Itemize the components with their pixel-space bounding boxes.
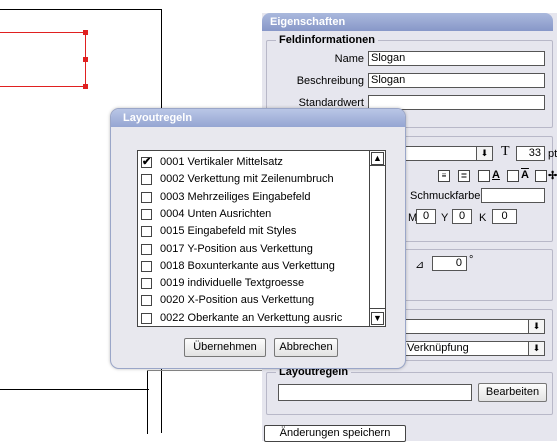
rule-label: 0020 X-Position aus Verkettung [160, 294, 315, 307]
link-select-1-chevron-icon[interactable]: ⬇ [528, 319, 545, 334]
list-item[interactable]: ✔ 0001 Vertikaler Mittelsatz [141, 155, 369, 172]
rule-label: 0019 individuelle Textgroesse [160, 277, 305, 290]
name-field[interactable]: Slogan [368, 51, 545, 66]
rule-label: 0001 Vertikaler Mittelsatz [160, 156, 283, 168]
rule-label: 0022 Oberkante an Verkettung ausric [160, 311, 343, 324]
rotation-angle-icon: ⊿ [415, 259, 425, 271]
rule-label: 0017 Y-Position aus Verkettung [160, 242, 313, 255]
resize-handle-bottom-right[interactable] [83, 84, 88, 89]
list-item[interactable]: 0020 X-Position aus Verkettung [141, 293, 369, 310]
rule-label: 0002 Verkettung mit Zeilenumbruch [160, 173, 334, 186]
rule-list[interactable]: ✔ 0001 Vertikaler Mittelsatz 0002 Verkettu… [137, 150, 370, 327]
rule-checkbox[interactable] [141, 226, 152, 238]
underline-icon: A [492, 169, 500, 181]
rule-label: 0004 Unten Ausrichten [160, 207, 272, 220]
list-item[interactable]: 0022 Oberkante an Verkettung ausric [141, 311, 369, 326]
divider-line [147, 370, 263, 371]
field-info-legend: Feldinformationen [276, 34, 378, 46]
rule-checkbox[interactable] [141, 243, 152, 255]
layout-rules-dialog: Layoutregeln ✔ 0001 Vertikaler Mittelsatz… [110, 108, 406, 369]
rule-checkbox[interactable] [141, 260, 152, 272]
frame-edge-top [0, 32, 86, 33]
overline-icon: A [521, 169, 529, 181]
align-justify-icon[interactable]: ≣ [458, 170, 470, 182]
rule-checkbox[interactable]: ✔ [141, 157, 152, 168]
font-size-icon: T [501, 144, 510, 159]
cancel-button[interactable]: Abbrechen [274, 338, 338, 357]
spot-color-label: Schmuckfarbe [410, 190, 481, 202]
page-edge-top [0, 9, 162, 10]
font-size-unit: pt [548, 148, 557, 160]
list-item[interactable]: 0003 Mehrzeiliges Eingabefeld [141, 190, 369, 207]
rule-checkbox[interactable] [141, 278, 152, 290]
name-label: Name [334, 53, 364, 65]
resize-handle-top-right[interactable] [83, 30, 88, 35]
apply-button[interactable]: Übernehmen [184, 338, 266, 357]
strikethrough-icon: ✢ [548, 170, 557, 182]
scroll-up-icon[interactable]: ▲ [371, 152, 384, 165]
rule-checkbox[interactable] [141, 191, 152, 203]
edit-layout-rules-button[interactable]: Bearbeiten [478, 383, 547, 402]
align-center-icon[interactable]: ≡ [438, 170, 450, 182]
rule-checkbox[interactable] [141, 174, 152, 186]
frame-edge-bottom [0, 86, 86, 87]
yellow-label: Y [441, 212, 449, 224]
scroll-down-icon[interactable]: ▼ [371, 312, 384, 325]
rule-checkbox[interactable] [141, 295, 152, 307]
link-select-2[interactable]: Verknüpfung [404, 341, 545, 356]
rotation-unit: ° [469, 254, 474, 266]
description-label: Beschreibung [296, 75, 364, 87]
rule-label: 0003 Mehrzeiliges Eingabefeld [160, 190, 311, 203]
black-label: K [479, 212, 487, 224]
list-item[interactable]: 0002 Verkettung mit Zeilenumbruch [141, 172, 369, 189]
strikethrough-checkbox[interactable] [535, 170, 547, 182]
black-field[interactable]: 0 [492, 209, 517, 224]
rule-checkbox[interactable] [141, 208, 152, 220]
resize-handle-right[interactable] [83, 57, 88, 62]
properties-title: Eigenschaften [262, 13, 553, 31]
list-item[interactable]: 0004 Unten Ausrichten [141, 207, 369, 224]
font-select-chevron-icon[interactable]: ⬇ [476, 146, 493, 161]
description-field[interactable]: Slogan [368, 73, 545, 88]
dialog-title: Layoutregeln [111, 109, 405, 127]
page-edge-bottom [0, 389, 149, 390]
page-edge-right-lower [147, 370, 148, 434]
layout-rules-field[interactable] [278, 384, 472, 401]
magenta-field[interactable]: 0 [416, 209, 436, 224]
rule-label: 0015 Eingabefeld mit Styles [160, 225, 297, 238]
yellow-field[interactable]: 0 [452, 209, 472, 224]
list-item[interactable]: 0017 Y-Position aus Verkettung [141, 242, 369, 259]
save-changes-button[interactable]: Änderungen speichern [264, 425, 406, 442]
rule-label: 0018 Boxunterkante aus Verkettung [160, 259, 335, 272]
link-select-1[interactable] [404, 319, 545, 334]
spot-color-field[interactable] [481, 188, 545, 203]
list-item[interactable]: 0019 individuelle Textgroesse [141, 276, 369, 293]
link-select-2-chevron-icon[interactable]: ⬇ [528, 341, 545, 356]
overline-checkbox[interactable] [507, 170, 519, 182]
scroll-thumb[interactable] [370, 165, 385, 309]
rule-list-scrollbar[interactable]: ▲ ▼ [370, 150, 386, 327]
list-item[interactable]: 0018 Boxunterkante aus Verkettung [141, 259, 369, 276]
rotation-field[interactable]: 0 [432, 256, 467, 271]
underline-checkbox[interactable] [478, 170, 490, 182]
list-item[interactable]: 0015 Eingabefeld mit Styles [141, 224, 369, 241]
rule-checkbox[interactable] [141, 312, 152, 324]
font-size-field[interactable]: 33 [516, 146, 545, 161]
